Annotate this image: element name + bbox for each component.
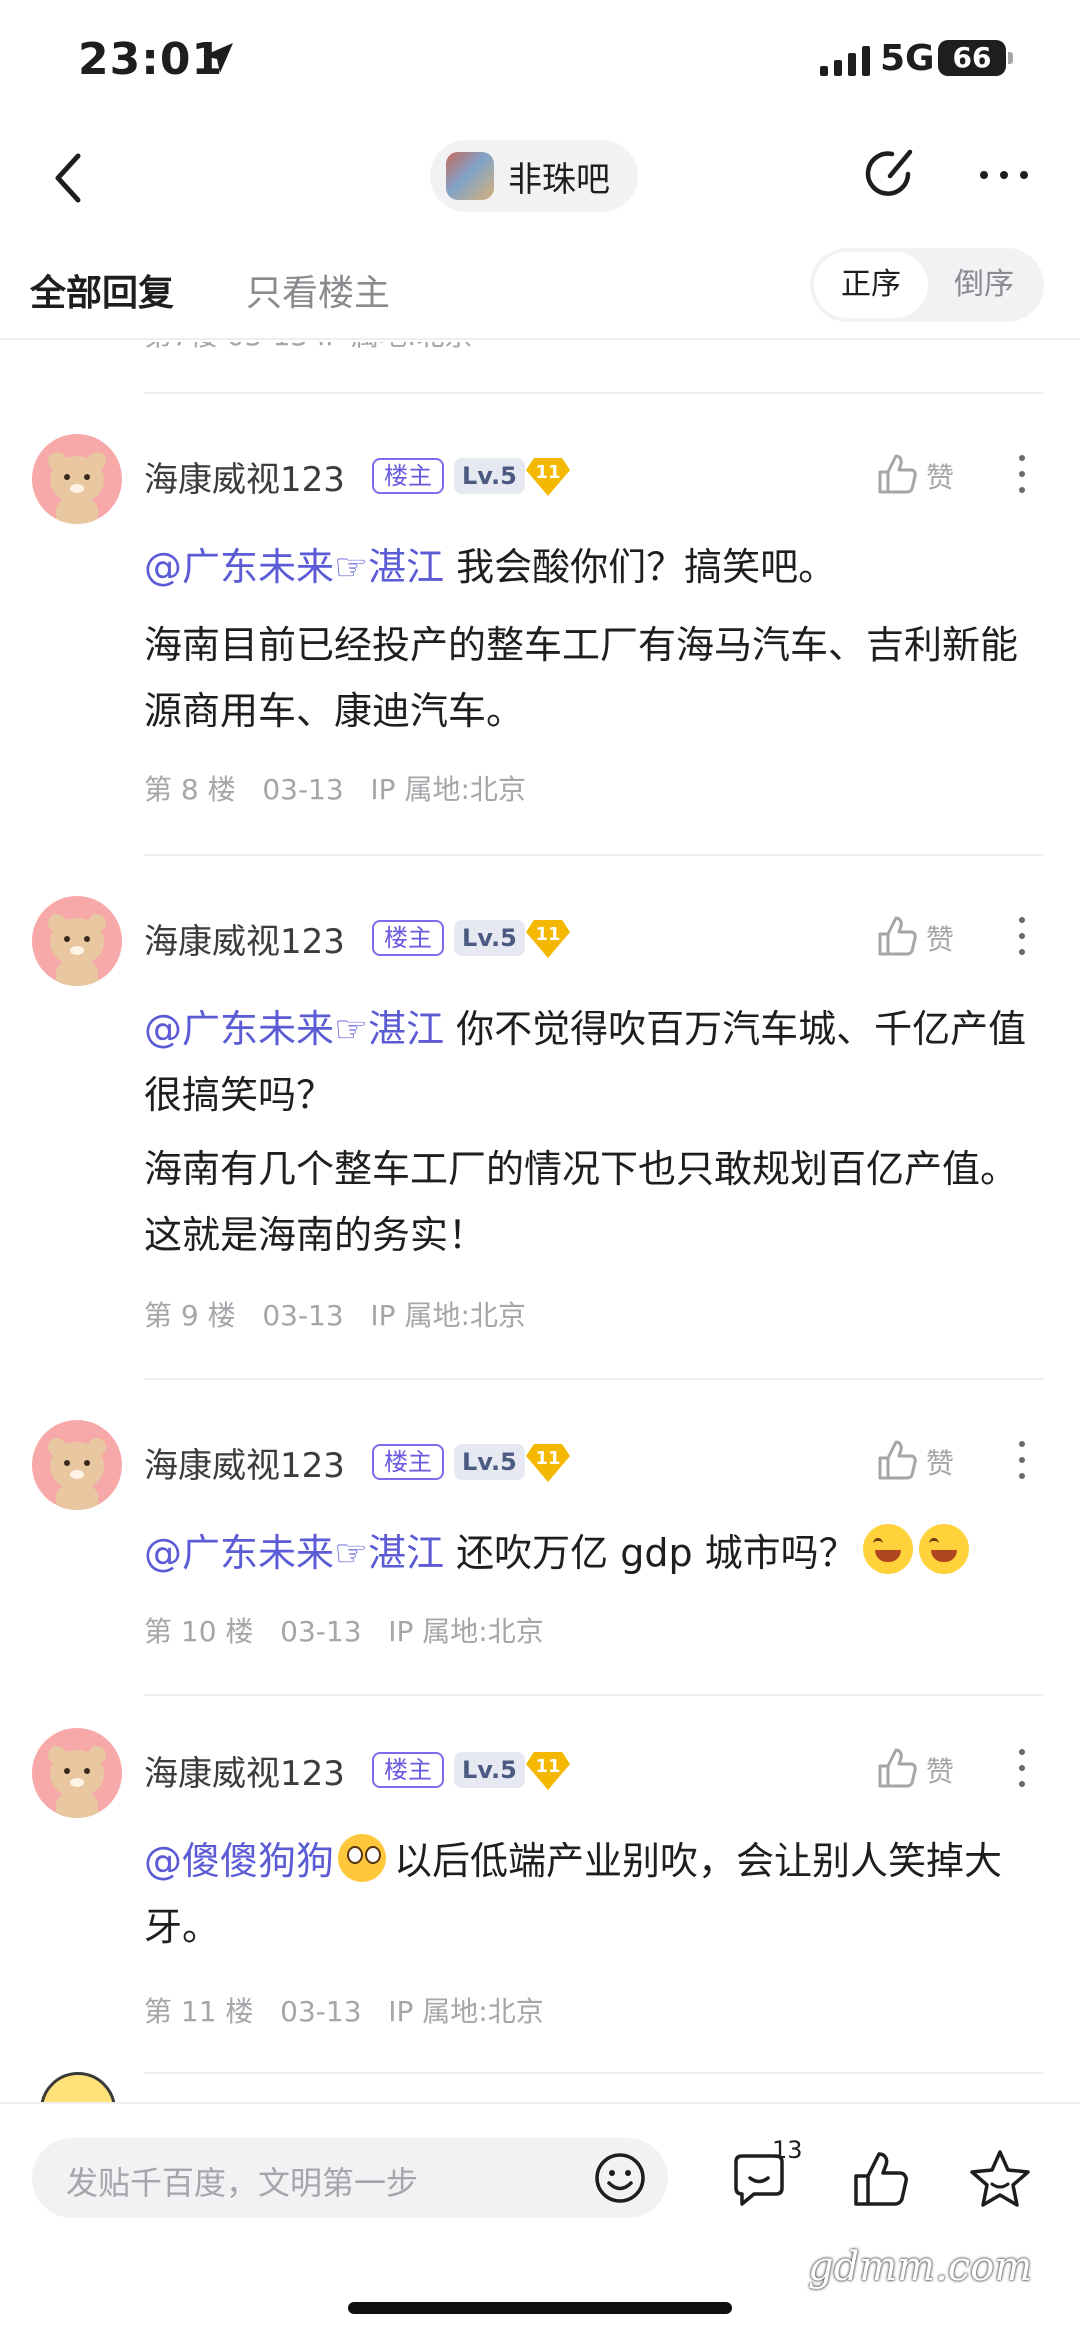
post-body: @广东未来☞湛江 我会酸你们？搞笑吧。 xyxy=(144,534,1044,600)
mention-link[interactable]: @广东未来☞湛江 xyxy=(144,1007,444,1051)
gem-level-icon: 11 xyxy=(524,916,572,960)
laughing-emoji-icon xyxy=(918,1524,969,1574)
divider xyxy=(144,1378,1044,1380)
mention-link[interactable]: @广东未来☞湛江 xyxy=(144,545,444,589)
more-icon[interactable] xyxy=(976,160,1032,190)
signal-icon xyxy=(820,46,870,76)
star-icon[interactable] xyxy=(966,2146,1034,2214)
avatar[interactable] xyxy=(32,1420,122,1510)
floor-number: 第 9 楼 xyxy=(144,1299,236,1332)
edit-post-icon[interactable] xyxy=(862,144,920,202)
forum-chip[interactable]: 非珠吧 xyxy=(430,140,638,212)
forum-avatar xyxy=(446,152,494,200)
ip-location: IP 属地:北京 xyxy=(388,1615,544,1648)
sort-descending-button[interactable]: 倒序 xyxy=(928,252,1040,318)
owner-badge: 楼主 xyxy=(372,1444,444,1480)
divider xyxy=(144,854,1044,856)
floor-number: 第 8 楼 xyxy=(144,773,236,806)
avatar[interactable] xyxy=(32,434,122,524)
owner-badge: 楼主 xyxy=(372,458,444,494)
thumbs-up-icon[interactable] xyxy=(874,914,918,958)
nav-bar: 非珠吧 xyxy=(0,130,1080,226)
sort-toggle: 正序 倒序 xyxy=(810,248,1044,322)
network-type: 5G xyxy=(880,38,935,79)
status-bar: 23:01 5G 66 xyxy=(0,0,1080,120)
post-text: 还吹万亿 gdp 城市吗？ xyxy=(444,1531,857,1575)
like-label[interactable]: 赞 xyxy=(926,456,954,496)
username[interactable]: 海康威视123 xyxy=(144,452,345,501)
tab-owner-only[interactable]: 只看楼主 xyxy=(246,264,390,316)
location-arrow-icon xyxy=(203,43,233,73)
post-text: 我会酸你们？搞笑吧。 xyxy=(444,545,837,589)
avatar[interactable] xyxy=(32,896,122,986)
post-meta: 第 9 楼 03-13 IP 属地:北京 xyxy=(144,1294,526,1334)
post-body: @广东未来☞湛江 你不觉得吹百万汽车城、千亿产值很搞笑吗？ xyxy=(144,996,1044,1128)
home-indicator[interactable] xyxy=(348,2302,732,2314)
reply-tabs: 全部回复 只看楼主 正序 倒序 xyxy=(0,240,1080,340)
mention-link[interactable]: @广东未来☞湛江 xyxy=(144,1531,444,1575)
bottom-action-bar: 发贴千百度，文明第一步 13 xyxy=(0,2102,1080,2252)
gem-level-icon: 11 xyxy=(524,454,572,498)
post-date: 03-13 xyxy=(262,773,344,806)
post-body-paragraph: 海南目前已经投产的整车工厂有海马汽车、吉利新能源商用车、康迪汽车。 xyxy=(144,623,1019,733)
floor-number: 第 10 楼 xyxy=(144,1615,254,1648)
thumbs-up-icon[interactable] xyxy=(874,452,918,496)
laughing-emoji-icon xyxy=(862,1524,913,1574)
thumbs-up-icon[interactable] xyxy=(848,2148,912,2212)
divider xyxy=(144,2072,1044,2074)
owner-badge: 楼主 xyxy=(372,1752,444,1788)
post-meta: 第 11 楼 03-13 IP 属地:北京 xyxy=(144,1990,544,2030)
avatar[interactable] xyxy=(40,2072,116,2102)
floor-number: 第 11 楼 xyxy=(144,1995,254,2028)
post-date: 03-13 xyxy=(262,1299,344,1332)
post-body: @广东未来☞湛江 还吹万亿 gdp 城市吗？ xyxy=(144,1520,1044,1586)
post-menu-icon[interactable] xyxy=(1012,452,1032,496)
post-date: 03-13 xyxy=(280,1995,362,2028)
level-badge: Lv.5 xyxy=(454,1752,525,1788)
post-date: 03-13 xyxy=(280,1615,362,1648)
forum-name: 非珠吧 xyxy=(508,159,610,200)
thumbs-up-icon[interactable] xyxy=(874,1746,918,1790)
like-label[interactable]: 赞 xyxy=(926,1442,954,1482)
battery-icon: 66 xyxy=(938,40,1006,76)
reply-placeholder: 发贴千百度，文明第一步 xyxy=(66,2164,419,2202)
level-badge: Lv.5 xyxy=(454,1444,525,1480)
mention-link[interactable]: @傻傻狗狗 xyxy=(144,1839,334,1883)
ip-location: IP 属地:北京 xyxy=(370,1299,526,1332)
battery-tip xyxy=(1008,52,1013,64)
owner-badge: 楼主 xyxy=(372,920,444,956)
ip-location: IP 属地:北京 xyxy=(388,1995,544,2028)
post-menu-icon[interactable] xyxy=(1012,914,1032,958)
like-label[interactable]: 赞 xyxy=(926,918,954,958)
thumbs-up-icon[interactable] xyxy=(874,1438,918,1482)
username[interactable]: 海康威视123 xyxy=(144,1746,345,1795)
post-menu-icon[interactable] xyxy=(1012,1438,1032,1482)
post-menu-icon[interactable] xyxy=(1012,1746,1032,1790)
level-badge: Lv.5 xyxy=(454,920,525,956)
flushed-emoji-icon xyxy=(338,1834,387,1882)
gem-level-icon: 11 xyxy=(524,1748,572,1792)
reply-feed: 第7楼 03-13 IP 属地:北京 海康威视123 楼主 Lv.5 11 赞 … xyxy=(0,342,1080,2102)
emoji-picker-icon[interactable] xyxy=(592,2150,648,2206)
post-body: @傻傻狗狗 以后低端产业别吹，会让别人笑掉大牙。 xyxy=(144,1828,1044,1960)
level-badge: Lv.5 xyxy=(454,458,525,494)
sort-ascending-button[interactable]: 正序 xyxy=(814,252,928,318)
reply-input[interactable]: 发贴千百度，文明第一步 xyxy=(32,2138,668,2218)
back-icon[interactable] xyxy=(48,148,88,208)
ip-location: IP 属地:北京 xyxy=(370,773,526,806)
divider xyxy=(144,392,1044,394)
comment-count: 13 xyxy=(772,2136,803,2164)
username[interactable]: 海康威视123 xyxy=(144,914,345,963)
like-label[interactable]: 赞 xyxy=(926,1750,954,1790)
username[interactable]: 海康威视123 xyxy=(144,1438,345,1487)
post-meta: 第 8 楼 03-13 IP 属地:北京 xyxy=(144,768,526,808)
divider xyxy=(144,1694,1044,1696)
avatar[interactable] xyxy=(32,1728,122,1818)
watermark: gdmm.com xyxy=(808,2244,1033,2290)
tab-all-replies[interactable]: 全部回复 xyxy=(30,264,174,316)
post-meta: 第 10 楼 03-13 IP 属地:北京 xyxy=(144,1610,544,1650)
gem-level-icon: 11 xyxy=(524,1440,572,1484)
previous-post-meta: 第7楼 03-13 IP 属地:北京 xyxy=(144,342,472,354)
post-body-paragraph: 海南有几个整车工厂的情况下也只敢规划百亿产值。这就是海南的务实！ xyxy=(144,1147,1019,1257)
